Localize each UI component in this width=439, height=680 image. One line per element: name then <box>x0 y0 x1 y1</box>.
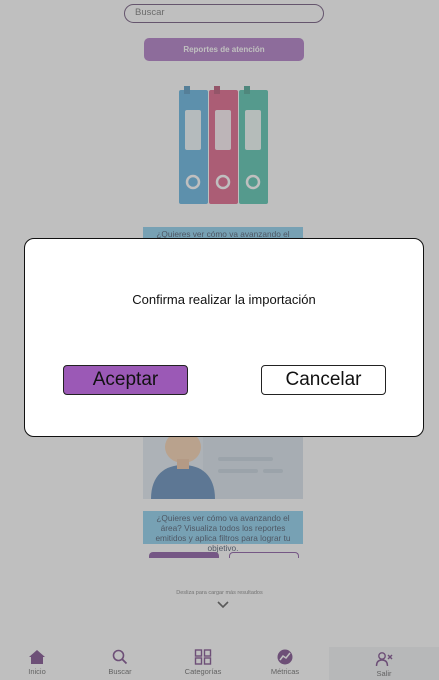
cancel-button[interactable]: Cancelar <box>261 365 386 395</box>
confirm-dialog: Confirma realizar la importación Aceptar… <box>24 238 424 437</box>
accept-button[interactable]: Aceptar <box>63 365 188 395</box>
dialog-message: Confirma realizar la importación <box>132 292 316 307</box>
